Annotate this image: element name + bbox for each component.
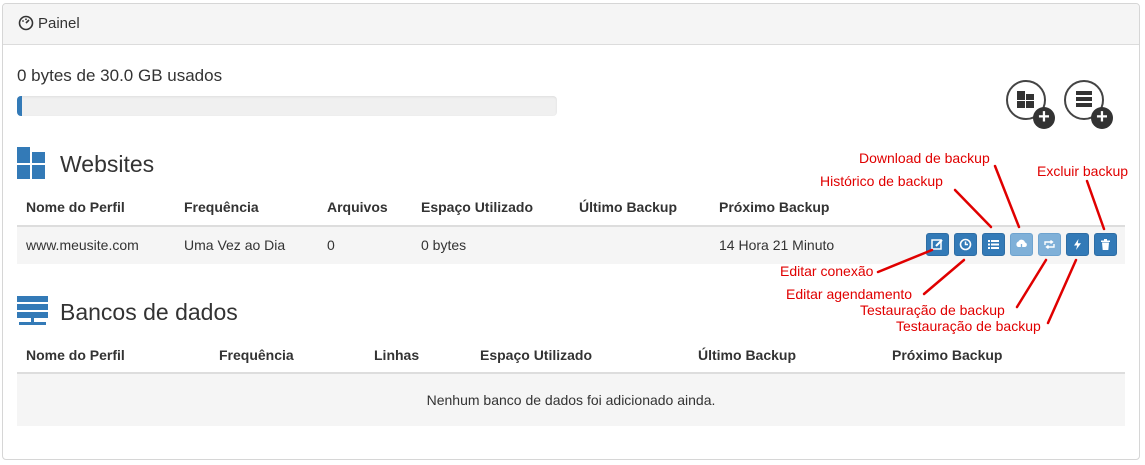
storage-usage-text: 0 bytes de 30.0 GB usados xyxy=(17,66,223,85)
websites-col-profile: Nome do Perfil xyxy=(26,199,125,215)
website-next-backup: 14 Hora 21 Minuto xyxy=(719,237,835,253)
list-icon xyxy=(988,240,999,249)
dashboard-gauge-icon xyxy=(18,15,34,31)
websites-icon xyxy=(17,147,45,179)
databases-col-last-backup: Último Backup xyxy=(698,347,797,363)
databases-icon xyxy=(17,296,48,325)
panel-title: Painel xyxy=(38,15,80,32)
websites-col-files: Arquivos xyxy=(327,199,388,215)
annotation-download: Download de backup xyxy=(859,150,990,166)
add-database-button[interactable]: + xyxy=(1064,80,1113,129)
storage-progress-fill xyxy=(17,96,23,116)
databases-col-profile: Nome do Perfil xyxy=(26,347,125,363)
trash-icon xyxy=(1101,239,1110,250)
websites-col-frequency: Frequência xyxy=(184,199,259,215)
databases-title: Bancos de dados xyxy=(60,299,238,325)
download-backup-button[interactable] xyxy=(1010,233,1033,256)
annotation-restore-2: Testauração de backup xyxy=(896,318,1041,334)
plus-icon: + xyxy=(1033,107,1055,129)
annotation-restore-1: Testauração de backup xyxy=(860,302,1005,318)
websites-col-last-backup: Último Backup xyxy=(579,199,678,215)
edit-connection-button[interactable] xyxy=(926,233,949,256)
databases-col-rows: Linhas xyxy=(374,347,420,363)
website-frequency: Uma Vez ao Dia xyxy=(184,237,286,253)
website-files: 0 xyxy=(327,237,335,253)
websites-col-next-backup: Próximo Backup xyxy=(719,199,830,215)
run-backup-button[interactable] xyxy=(1066,233,1089,256)
clock-icon xyxy=(959,238,972,251)
databases-col-next-backup: Próximo Backup xyxy=(892,347,1003,363)
add-database-icon xyxy=(1076,91,1092,107)
databases-empty-message: Nenhum banco de dados foi adicionado ain… xyxy=(426,392,716,408)
databases-col-space: Espaço Utilizado xyxy=(480,347,593,363)
annotation-delete: Excluir backup xyxy=(1037,163,1129,179)
annotation-history: Histórico de backup xyxy=(820,173,943,189)
annotation-edit-connection: Editar conexão xyxy=(780,263,874,279)
annotation-edit-schedule: Editar agendamento xyxy=(786,286,913,302)
edit-icon xyxy=(931,239,943,250)
bolt-icon xyxy=(1074,239,1081,250)
website-profile-name: www.meusite.com xyxy=(26,237,139,253)
plus-icon: + xyxy=(1091,107,1113,129)
databases-col-frequency: Frequência xyxy=(219,347,294,363)
websites-col-space: Espaço Utilizado xyxy=(421,199,534,215)
add-website-icon xyxy=(1017,91,1034,108)
restore-backup-button[interactable] xyxy=(1038,233,1061,256)
cloud-download-icon xyxy=(1016,239,1027,251)
websites-title: Websites xyxy=(60,151,155,177)
databases-empty-row: Nenhum banco de dados foi adicionado ain… xyxy=(17,374,1125,426)
retweet-icon xyxy=(1044,239,1055,250)
delete-backup-button[interactable] xyxy=(1094,233,1117,256)
storage-progress-bar xyxy=(17,96,557,116)
website-space: 0 bytes xyxy=(421,237,467,253)
edit-schedule-button[interactable] xyxy=(954,233,977,256)
backup-history-button[interactable] xyxy=(982,233,1005,256)
add-website-button[interactable]: + xyxy=(1006,80,1055,129)
panel-heading: Painel xyxy=(3,4,1139,45)
